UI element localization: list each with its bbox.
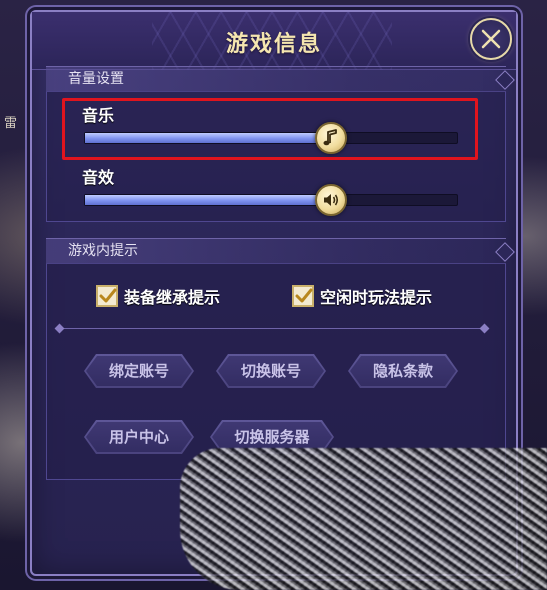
idle-play-hint-option[interactable]: 空闲时玩法提示 bbox=[292, 284, 432, 308]
sfx-slider[interactable] bbox=[84, 184, 458, 216]
privacy-label: 隐私条款 bbox=[372, 362, 433, 380]
bind-account-button[interactable]: 绑定账号 bbox=[84, 354, 194, 388]
dialog-title: 游戏信息 bbox=[225, 32, 322, 57]
idle-play-label: 空闲时玩法提示 bbox=[320, 288, 433, 307]
equipment-inherit-checkbox[interactable] bbox=[96, 285, 118, 307]
section-divider bbox=[62, 328, 482, 329]
dialog-header: 游戏信息 bbox=[32, 12, 516, 70]
music-label: 音乐 bbox=[82, 106, 115, 125]
music-highlight-box bbox=[62, 98, 478, 160]
hints-section-title: 游戏内提示 bbox=[46, 238, 506, 264]
speaker-icon bbox=[323, 194, 338, 206]
music-slider[interactable] bbox=[84, 122, 458, 154]
close-button[interactable] bbox=[470, 18, 512, 60]
bind-account-label: 绑定账号 bbox=[108, 362, 169, 380]
switch-server-label: 切换服务器 bbox=[234, 428, 310, 446]
checkmark-icon bbox=[99, 288, 117, 303]
equipment-inherit-label: 装备继承提示 bbox=[124, 288, 221, 307]
idle-play-checkbox[interactable] bbox=[292, 285, 314, 307]
game-scene: 雷 游戏信息 音量设置 音乐 音效 游戏内提示 装备继承提示 空闲时玩法提示 绑… bbox=[0, 0, 547, 590]
volume-section-title: 音量设置 bbox=[46, 66, 506, 92]
sfx-label: 音效 bbox=[82, 168, 115, 187]
equipment-inherit-hint-option[interactable]: 装备继承提示 bbox=[96, 284, 220, 308]
obscured-region bbox=[180, 448, 547, 590]
switch-account-label: 切换账号 bbox=[240, 362, 301, 380]
user-center-label: 用户中心 bbox=[108, 428, 169, 446]
sfx-slider-knob[interactable] bbox=[314, 184, 347, 216]
sfx-slider-fill bbox=[85, 195, 331, 205]
checkmark-icon bbox=[295, 288, 313, 303]
music-note-icon bbox=[323, 129, 337, 146]
user-center-button[interactable]: 用户中心 bbox=[84, 420, 194, 454]
switch-account-button[interactable]: 切换账号 bbox=[216, 354, 326, 388]
music-slider-fill bbox=[85, 133, 331, 143]
background-character-text: 雷 bbox=[4, 116, 18, 131]
music-slider-knob[interactable] bbox=[314, 122, 347, 154]
privacy-button[interactable]: 隐私条款 bbox=[348, 354, 458, 388]
close-x-icon bbox=[481, 29, 501, 49]
